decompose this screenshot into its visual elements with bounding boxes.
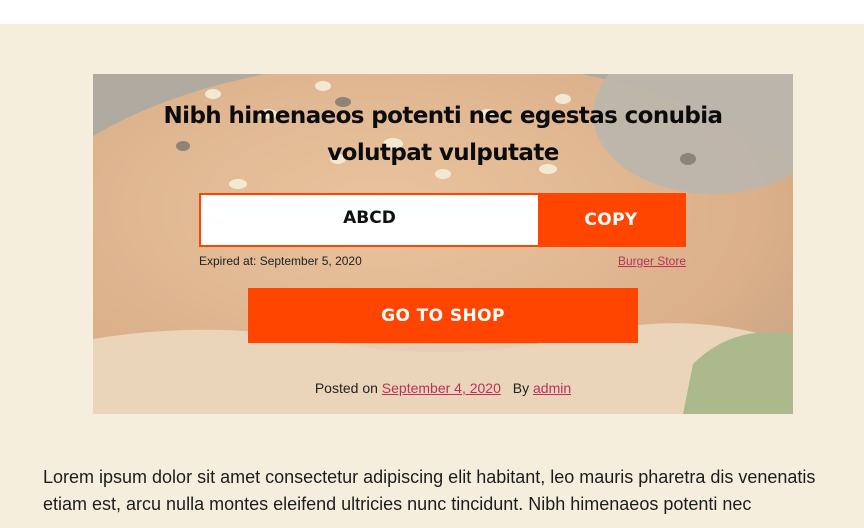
by-label: By — [512, 380, 530, 396]
top-header-bar — [0, 0, 864, 24]
post-meta: Posted on September 4, 2020 By admin — [93, 380, 793, 396]
coupon-code[interactable]: ABCD — [201, 195, 538, 245]
post-date-link[interactable]: September 4, 2020 — [382, 380, 501, 396]
go-to-shop-button[interactable]: GO TO SHOP — [248, 288, 638, 343]
coupon-code-box: ABCD COPY — [199, 193, 686, 247]
post-body-paragraph: Lorem ipsum dolor sit amet consectetur a… — [43, 467, 816, 514]
copy-button[interactable]: COPY — [538, 195, 684, 245]
coupon-hero: Nibh himenaeos potenti nec egestas conub… — [93, 74, 793, 414]
author-link[interactable]: admin — [533, 380, 571, 396]
store-link[interactable]: Burger Store — [618, 254, 686, 268]
coupon-title: Nibh himenaeos potenti nec egestas conub… — [163, 103, 724, 166]
posted-on-label: Posted on — [314, 380, 378, 396]
expiry-date: Expired at: September 5, 2020 — [199, 254, 362, 268]
